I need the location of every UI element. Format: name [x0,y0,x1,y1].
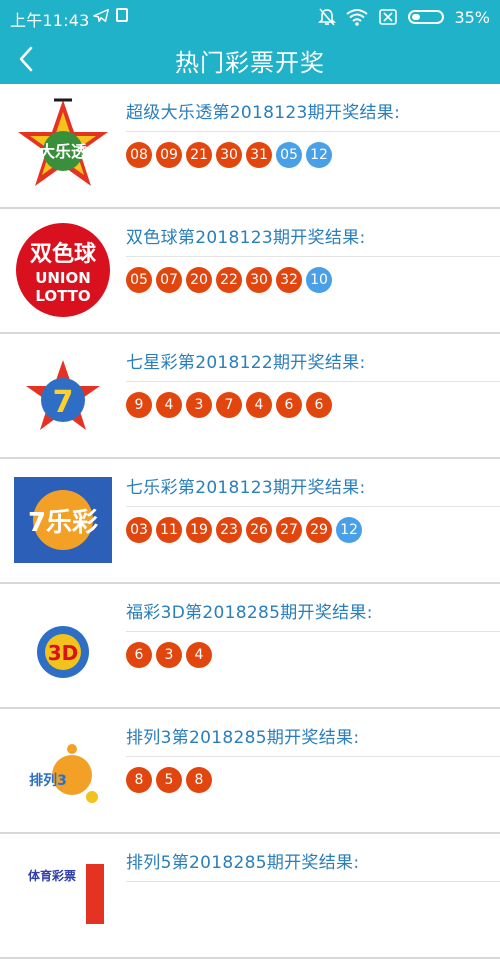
battery-icon [408,10,445,24]
red-ball: 8 [186,767,212,793]
wifi-icon [346,9,369,26]
number-balls: 9437466 [126,392,332,418]
number-balls: 05 07 20 22 30 32 10 [126,267,332,293]
page-title: 热门彩票开奖 [175,49,325,77]
red-ball: 07 [156,267,182,293]
lottery-item[interactable]: 大乐透 超级大乐透第2018123期开奖结果: 08 09 21 30 31 05 12 [0,84,500,209]
lottery-title: 双色球第2018123期开奖结果: [126,228,366,248]
divider [126,756,500,757]
svg-text:UNION: UNION [35,269,91,287]
red-ball: 4 [186,642,212,668]
battery-fill [412,14,420,20]
lottery-title: 排列5第2018285期开奖结果: [126,853,360,873]
red-ball: 7 [216,392,242,418]
red-ball: 31 [246,142,272,168]
red-ball: 20 [186,267,212,293]
blue-ball: 05 [276,142,302,168]
red-ball: 4 [156,392,182,418]
lottery-title: 超级大乐透第2018123期开奖结果: [126,103,401,123]
red-ball: 30 [246,267,272,293]
number-balls: 03 11 19 23 26 27 29 12 [126,517,362,543]
red-ball: 30 [216,142,242,168]
status-time: 上午11:43 [10,11,90,30]
red-ball: 6 [306,392,332,418]
shuangseqiu-logo: 双色球 UNION LOTTO [14,221,112,319]
pailie3-logo: 排列3 [14,721,112,819]
red-ball: 4 [246,392,272,418]
divider [126,506,500,507]
lottery-list: 大乐透 超级大乐透第2018123期开奖结果: 08 09 21 30 31 05 12 双色… [0,84,500,959]
sim-off-icon [379,9,398,25]
red-ball: 26 [246,517,272,543]
red-ball: 11 [156,517,182,543]
red-ball: 29 [306,517,332,543]
red-ball: 23 [216,517,242,543]
red-ball: 6 [276,392,302,418]
number-balls: 634 [126,642,212,668]
number-balls: 08 09 21 30 31 05 12 [126,142,332,168]
svg-text:排列3: 排列3 [29,772,67,789]
red-ball: 9 [126,392,152,418]
fucai3d-logo: 3D [14,596,112,694]
red-ball: 8 [126,767,152,793]
red-ball: 19 [186,517,212,543]
svg-text:体育彩票: 体育彩票 [28,868,76,883]
red-ball: 21 [186,142,212,168]
svg-text:LOTTO: LOTTO [35,287,90,305]
lottery-title: 排列3第2018285期开奖结果: [126,728,360,748]
svg-text:双色球: 双色球 [30,241,97,267]
status-right: 35% [318,6,490,28]
red-ball: 5 [156,767,182,793]
title-bar: 热门彩票开奖 [0,34,500,84]
red-ball: 27 [276,517,302,543]
lottery-title: 七乐彩第2018123期开奖结果: [126,478,366,498]
blue-ball: 12 [306,142,332,168]
divider [126,381,500,382]
logo-text: 大乐透 [39,142,88,161]
svg-text:3D: 3D [48,641,79,665]
red-ball: 09 [156,142,182,168]
red-ball: 3 [156,642,182,668]
blue-ball: 10 [306,267,332,293]
red-ball: 3 [186,392,212,418]
daletou-logo: 大乐透 [14,96,112,194]
divider [126,131,500,132]
red-ball: 6 [126,642,152,668]
qilecai-logo: 7乐彩 [14,471,112,569]
lottery-title: 福彩3D第2018285期开奖结果: [126,603,373,623]
red-ball: 32 [276,267,302,293]
pailie5-logo: 体育彩票 [14,846,112,944]
lottery-item[interactable]: 7 七星彩第2018122期开奖结果: 9 4 3 7 4 6 6 [0,334,500,459]
svg-text:7: 7 [53,385,74,420]
red-ball: 05 [126,267,152,293]
qixingcai-logo: 7 [14,346,112,444]
red-ball: 03 [126,517,152,543]
lottery-item[interactable]: 3D 福彩3D第2018285期开奖结果: 6 3 4 [0,584,500,709]
lottery-item[interactable]: 排列3 排列3第2018285期开奖结果: 8 5 8 [0,709,500,834]
red-ball: 22 [216,267,242,293]
battery-percent: 35% [454,7,490,27]
divider [126,631,500,632]
mute-bell-icon [318,8,337,26]
divider [126,881,500,882]
blue-ball: 12 [336,517,362,543]
red-ball: 08 [126,142,152,168]
airplane-icon [93,8,109,23]
lottery-item[interactable]: 双色球 UNION LOTTO 双色球第2018123期开奖结果: 05 07 20 2… [0,209,500,334]
lottery-item[interactable]: 体育彩票 排列5第2018285期开奖结果: [0,834,500,959]
lottery-item[interactable]: 7乐彩 七乐彩第2018123期开奖结果: 03 11 19 23 26 27 29 12 [0,459,500,584]
status-bar: 上午11:43 35% [0,0,500,34]
divider [126,256,500,257]
svg-text:7乐彩: 7乐彩 [28,508,98,538]
notification-icon [116,8,128,22]
number-balls: 858 [126,767,212,793]
lottery-title: 七星彩第2018122期开奖结果: [126,353,366,373]
